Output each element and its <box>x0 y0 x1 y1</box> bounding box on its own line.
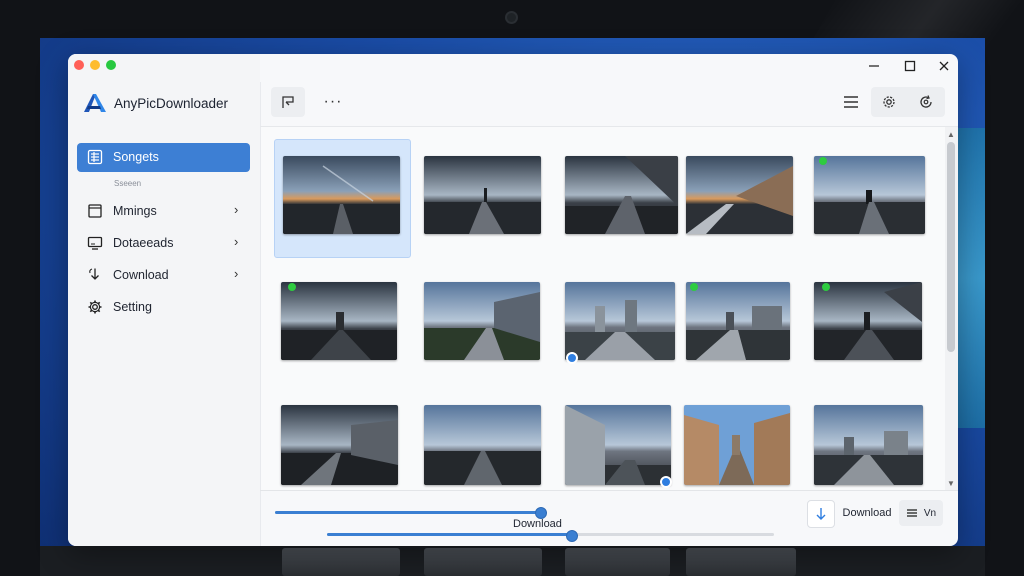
minimize-icon[interactable] <box>864 56 884 76</box>
window-icon <box>88 204 102 218</box>
image-thumbnail[interactable] <box>565 282 675 360</box>
zoom-slider-knob[interactable] <box>566 530 578 542</box>
gear-icon <box>88 300 102 314</box>
scroll-up-icon[interactable]: ▲ <box>947 130 955 139</box>
sidebar-item-label: Cownload <box>113 268 169 282</box>
download-arrow-button[interactable] <box>807 500 835 528</box>
background-thumbnail <box>686 548 796 576</box>
image-thumbnail[interactable] <box>281 405 398 485</box>
status-dot <box>690 283 698 291</box>
maximize-icon[interactable] <box>900 56 920 76</box>
app-window: AnyPicDownloader Songets Sseeen Mmings ›… <box>68 54 958 546</box>
sidebar-item-label: Dotaeeads <box>113 236 174 250</box>
sidebar-subtitle: Sseeen <box>114 179 142 188</box>
progress-slider-fill <box>275 511 541 514</box>
refresh-settings-icon[interactable] <box>918 94 934 110</box>
chevron-right-icon: › <box>234 202 239 217</box>
background-thumbnail <box>565 548 670 576</box>
hamburger-icon <box>844 96 858 108</box>
image-thumbnail[interactable] <box>686 156 793 234</box>
image-thumbnail[interactable] <box>814 156 925 234</box>
sidebar-item-dotaeeads[interactable]: Dotaeeads › <box>77 231 250 255</box>
flag-button[interactable] <box>271 87 305 117</box>
chevron-right-icon: › <box>234 266 239 281</box>
more-button[interactable]: ··· <box>316 87 350 117</box>
minimize-dot[interactable] <box>90 60 100 70</box>
image-thumbnail[interactable] <box>565 156 678 234</box>
menu-button[interactable] <box>834 87 868 117</box>
status-dot <box>819 157 827 165</box>
image-thumbnail[interactable] <box>424 282 540 360</box>
image-thumbnail[interactable] <box>424 156 541 234</box>
sidebar-item-label: Setting <box>113 300 152 314</box>
image-thumbnail[interactable] <box>684 405 790 485</box>
image-thumbnail[interactable] <box>565 405 671 485</box>
sidebar-item-setting[interactable]: Setting <box>77 295 250 319</box>
download-arrow-icon <box>89 268 99 280</box>
status-badge <box>660 476 672 488</box>
zoom-dot[interactable] <box>106 60 116 70</box>
scrollbar-thumb[interactable] <box>947 142 955 352</box>
image-thumbnail[interactable] <box>283 156 400 234</box>
image-thumbnail[interactable] <box>686 282 790 360</box>
app-title: AnyPicDownloader <box>114 96 229 111</box>
app-logo-icon <box>84 94 106 112</box>
background-thumbnail <box>424 548 542 576</box>
chevron-right-icon: › <box>234 234 239 249</box>
status-badge <box>566 352 578 364</box>
vn-label: Vn <box>923 507 937 519</box>
settings-button-group <box>871 87 945 117</box>
settings-icon[interactable] <box>881 94 897 110</box>
flag-icon <box>282 96 294 108</box>
download-label: Download <box>513 518 562 530</box>
sidebar-item-cownload[interactable]: Cownload › <box>77 263 250 287</box>
monitor-icon <box>87 236 103 250</box>
sliders-icon <box>906 509 917 517</box>
down-arrow-icon <box>816 508 826 520</box>
image-thumbnail[interactable] <box>814 405 923 485</box>
close-icon[interactable] <box>934 56 954 76</box>
scroll-down-icon[interactable]: ▼ <box>947 479 955 488</box>
download-button[interactable]: Download <box>838 500 896 526</box>
webcam <box>507 13 516 22</box>
close-dot[interactable] <box>74 60 84 70</box>
divider <box>260 490 958 491</box>
background-thumbnail <box>282 548 400 576</box>
status-dot <box>822 283 830 291</box>
grid-list-icon <box>87 149 103 165</box>
zoom-slider-fill <box>327 533 571 536</box>
image-thumbnail[interactable] <box>814 282 922 360</box>
image-thumbnail[interactable] <box>281 282 397 360</box>
status-dot <box>288 283 296 291</box>
image-thumbnail[interactable] <box>424 405 541 485</box>
sidebar-item-label: Songets <box>113 150 159 164</box>
sidebar-item-songets[interactable]: Songets <box>77 143 250 172</box>
sidebar-item-mmings[interactable]: Mmings › <box>77 199 250 223</box>
vn-button[interactable]: Vn <box>899 500 943 526</box>
sidebar-item-label: Mmings <box>113 204 157 218</box>
